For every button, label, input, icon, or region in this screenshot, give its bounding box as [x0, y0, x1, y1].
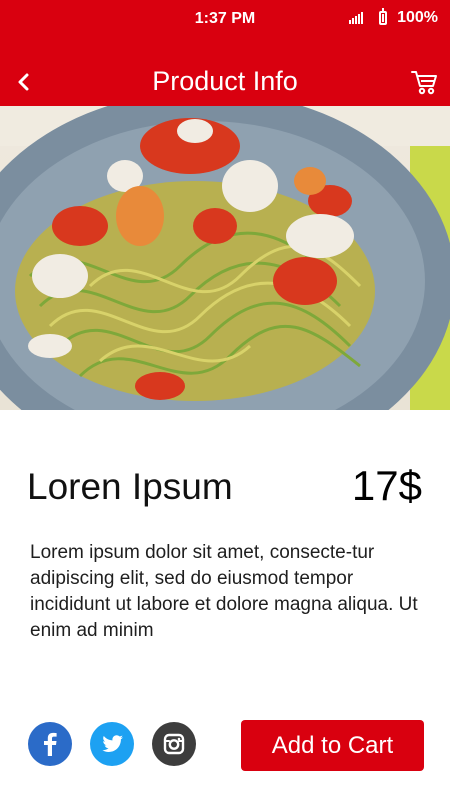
battery-level: 100%: [397, 9, 438, 26]
cart-icon[interactable]: [410, 66, 438, 96]
twitter-icon: [102, 735, 123, 752]
instagram-share-button[interactable]: [152, 722, 196, 766]
signal-icon: [349, 12, 364, 24]
facebook-icon: [44, 732, 57, 756]
twitter-share-button[interactable]: [90, 722, 134, 766]
status-indicators: 100%: [349, 8, 438, 27]
app-header: 1:37 PM 100% Product Info: [0, 0, 450, 106]
instagram-icon: [163, 733, 185, 755]
product-price: 17$: [351, 462, 422, 509]
product-description: Lorem ipsum dolor sit amet, consecte-tur…: [30, 542, 418, 641]
battery-icon: [379, 8, 388, 25]
facebook-share-button[interactable]: [28, 722, 72, 766]
product-name: Loren Ipsum: [27, 466, 233, 507]
page-title: Product Info: [152, 66, 298, 96]
add-to-cart-button[interactable]: Add to Cart: [241, 720, 424, 771]
product-image: [0, 106, 450, 410]
